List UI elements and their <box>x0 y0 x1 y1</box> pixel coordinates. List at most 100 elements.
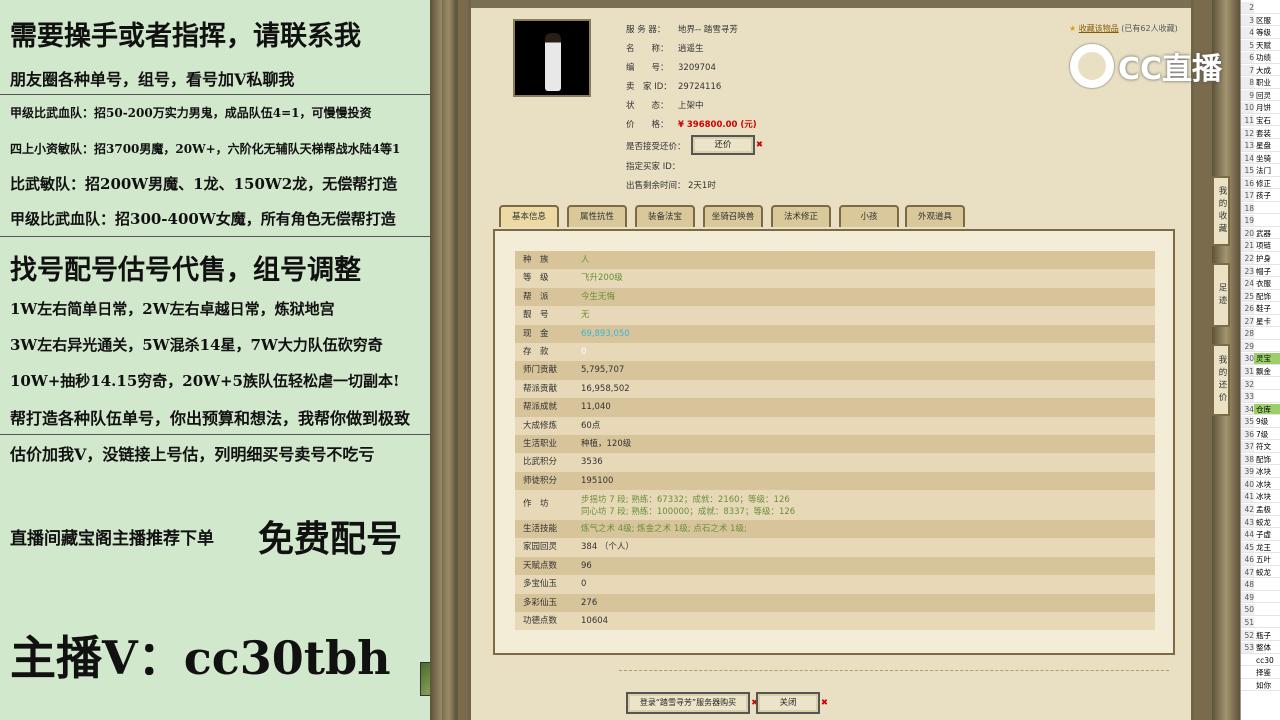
sheet-row[interactable]: 2 <box>1241 2 1280 14</box>
sheet-row[interactable]: 45 龙王 <box>1241 541 1280 554</box>
row-value: 种植，120级 <box>581 438 632 449</box>
sheet-row[interactable]: 46 五叶 <box>1241 554 1280 566</box>
sheet-row[interactable]: 5 天赋 <box>1241 39 1280 52</box>
sheet-row[interactable]: 11 宝石 <box>1241 114 1280 127</box>
sheet-row[interactable]: 12 套装 <box>1241 127 1280 139</box>
sheet-row[interactable]: 6 功绩 <box>1241 52 1280 64</box>
row-value: 16,958,502 <box>581 383 630 394</box>
sheet-row[interactable]: 23 帽子 <box>1241 265 1280 278</box>
side-button-footprint[interactable]: 足迹 <box>1212 263 1230 327</box>
sheet-row[interactable]: 择鉴 <box>1241 667 1280 679</box>
sheet-row[interactable]: 8 职业 <box>1241 77 1280 89</box>
sheet-row[interactable]: 19 <box>1241 215 1280 227</box>
row-value: 无 <box>581 310 590 321</box>
sheet-row[interactable]: 48 <box>1241 579 1280 591</box>
spreadsheet-panel: 2 3 区服 4 等级 5 天赋 6 功绩 7 大成 8 职业 9 回灵 10 月饼 11 宝石 12 套装 13 星盘 14… <box>1240 0 1280 720</box>
sheet-row[interactable]: 9 回灵 <box>1241 89 1280 102</box>
sheet-cell: 星盘 <box>1256 141 1271 151</box>
sheet-row[interactable]: 22 护身 <box>1241 253 1280 265</box>
sheet-row-number: 26 <box>1241 303 1254 314</box>
sheet-row[interactable]: 24 衣服 <box>1241 278 1280 290</box>
sheet-row[interactable]: 26 鞋子 <box>1241 303 1280 315</box>
tab-2[interactable]: 装备法宝 <box>635 205 695 227</box>
overlay-line: 1W左右简单日常，2W左右卓越日常，炼狱地宫 <box>10 300 335 318</box>
sheet-row-number: 7 <box>1241 64 1254 76</box>
sheet-row[interactable]: 37 符文 <box>1241 441 1280 453</box>
id-label: 编 号： <box>626 63 669 73</box>
sheet-row[interactable]: 15 法门 <box>1241 165 1280 177</box>
sheet-row[interactable]: 36 7级 <box>1241 428 1280 441</box>
sheet-row[interactable]: 27 星卡 <box>1241 315 1280 328</box>
sheet-row[interactable]: 16 修正 <box>1241 177 1280 190</box>
side-button-bargains[interactable]: 我的还价 <box>1212 344 1230 416</box>
sheet-row[interactable]: 47 蛟龙 <box>1241 566 1280 579</box>
sheet-row[interactable]: 33 <box>1241 391 1280 403</box>
row-label: 生活职业 <box>523 438 558 449</box>
sheet-row[interactable]: 39 冰块 <box>1241 466 1280 478</box>
tab-0[interactable]: 基本信息 <box>499 205 559 227</box>
bargain-button[interactable]: 还价 ✖ <box>691 135 763 155</box>
server-row: 服 务 器： 地界-- 踏雪寻芳 <box>626 23 738 35</box>
sheet-row-number: 44 <box>1241 529 1254 540</box>
frame-rail-inner <box>442 0 456 720</box>
sheet-row[interactable]: 13 星盘 <box>1241 140 1280 152</box>
info-row: 天赋点数 96 <box>515 556 1155 576</box>
overlay-line: 朋友圈各种单号，组号，看号加V私聊我 <box>10 70 295 89</box>
sheet-row[interactable]: 21 项链 <box>1241 240 1280 252</box>
sheet-row[interactable]: 51 <box>1241 616 1280 629</box>
sheet-row[interactable]: cc30 <box>1241 655 1280 667</box>
sheet-row[interactable]: 50 <box>1241 604 1280 616</box>
tab-4[interactable]: 法术修正 <box>771 205 831 227</box>
favorite-link[interactable]: ★ 收藏该物品 (已有62人收藏) <box>1069 23 1178 34</box>
row-label: 帮派成就 <box>523 402 558 413</box>
tab-5[interactable]: 小孩 <box>839 205 899 227</box>
sheet-row[interactable]: 10 月饼 <box>1241 102 1280 114</box>
tab-1[interactable]: 属性抗性 <box>567 205 627 227</box>
sheet-row[interactable]: 20 武器 <box>1241 227 1280 240</box>
sheet-row[interactable]: 43 蛟龙 <box>1241 516 1280 529</box>
sheet-cell: 坐骑 <box>1256 153 1271 163</box>
row-value: 今生无悔 <box>581 291 616 302</box>
sheet-cell: 孩子 <box>1256 191 1271 201</box>
sheet-row[interactable]: 34 仓库 <box>1241 403 1280 416</box>
sheet-row[interactable]: 7 大成 <box>1241 64 1280 77</box>
row-label: 天赋点数 <box>523 560 558 571</box>
sheet-row[interactable]: 38 配饰 <box>1241 453 1280 466</box>
sheet-row-number: 47 <box>1241 566 1254 578</box>
sheet-row[interactable]: 53 整体 <box>1241 642 1280 654</box>
overlay-divider <box>0 94 430 95</box>
sheet-row[interactable]: 44 子虚 <box>1241 529 1280 541</box>
sheet-row[interactable]: 25 配饰 <box>1241 290 1280 303</box>
sheet-row[interactable]: 49 <box>1241 591 1280 604</box>
sheet-row[interactable]: 17 孩子 <box>1241 190 1280 202</box>
sheet-row[interactable]: 29 <box>1241 340 1280 353</box>
sheet-row[interactable]: 35 9级 <box>1241 416 1280 428</box>
login-buy-button[interactable]: 登录“踏雪寻芳”服务器购买 ✖ <box>626 692 758 714</box>
sheet-row[interactable]: 30 灵宝 <box>1241 353 1280 365</box>
bargain-label: 是否接受还价： <box>626 142 686 152</box>
sheet-row[interactable]: 14 坐骑 <box>1241 152 1280 165</box>
sheet-row[interactable]: 如你 <box>1241 680 1280 692</box>
tab-3[interactable]: 坐骑召唤兽 <box>703 205 763 227</box>
sheet-row[interactable]: 4 等级 <box>1241 27 1280 39</box>
sheet-row[interactable]: 52 瓶子 <box>1241 629 1280 641</box>
sheet-cell: 冰块 <box>1256 479 1271 489</box>
close-button[interactable]: 关闭 ✖ <box>756 692 828 714</box>
favorite-label[interactable]: 收藏该物品 <box>1079 24 1119 33</box>
sheet-cell: 护身 <box>1256 254 1271 263</box>
row-label: 帮派贡献 <box>523 383 558 394</box>
sheet-row[interactable]: 31 飘金 <box>1241 365 1280 378</box>
sheet-row[interactable]: 41 冰块 <box>1241 491 1280 503</box>
sheet-row[interactable]: 42 孟极 <box>1241 504 1280 516</box>
sheet-row[interactable]: 32 <box>1241 378 1280 390</box>
side-button-favorites[interactable]: 我的收藏 <box>1212 176 1230 246</box>
sheet-row[interactable]: 3 区服 <box>1241 14 1280 27</box>
sheet-row-number: 29 <box>1241 340 1254 352</box>
sheet-row[interactable]: 18 <box>1241 202 1280 215</box>
price-value: ¥ 396800.00 (元) <box>678 120 757 130</box>
sheet-row[interactable]: 28 <box>1241 328 1280 340</box>
overlay-line: 甲级比武血队：招300-400W女魔，所有角色无偿帮打造 <box>10 210 396 228</box>
sheet-row[interactable]: 40 冰块 <box>1241 478 1280 491</box>
row-value: 60点 <box>581 420 601 431</box>
tab-6[interactable]: 外观道具 <box>905 205 965 227</box>
